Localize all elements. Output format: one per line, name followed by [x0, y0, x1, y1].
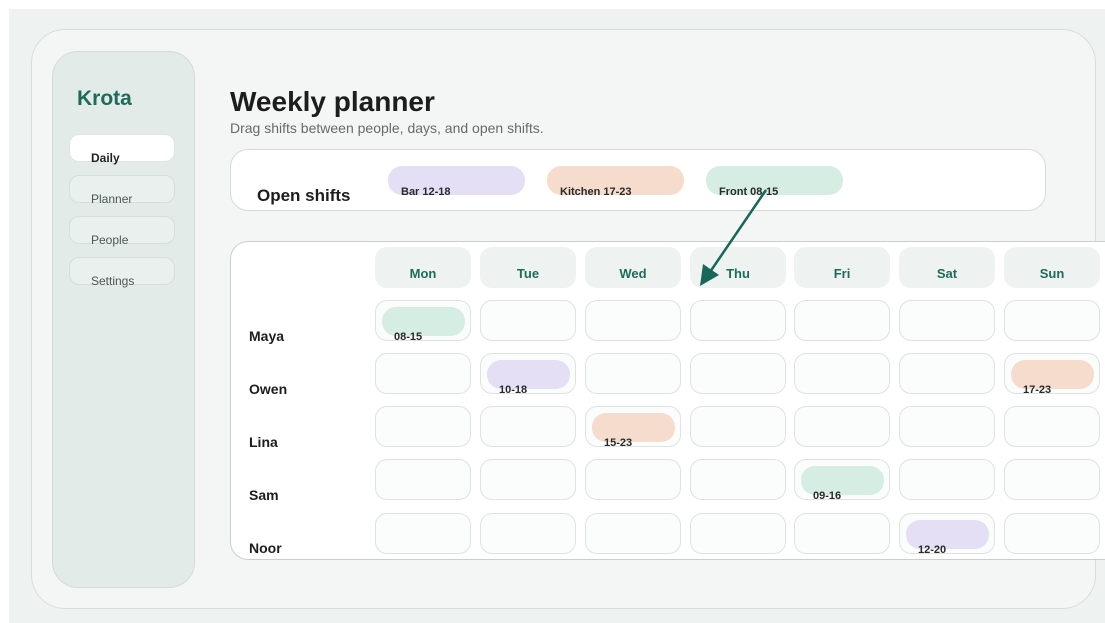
schedule-cell[interactable] — [1004, 406, 1100, 447]
person-name: Lina — [249, 434, 278, 450]
sidebar-item-label: Daily — [91, 151, 120, 165]
schedule-cell[interactable] — [480, 513, 576, 554]
sidebar-item-label: Planner — [91, 192, 133, 206]
open-shift-chip[interactable]: Bar 12-18 — [388, 166, 525, 198]
schedule-cell[interactable] — [899, 459, 995, 500]
schedule-cell[interactable] — [1004, 513, 1100, 554]
schedule-cell[interactable] — [690, 459, 786, 500]
shift-pill[interactable]: 09-16 — [801, 466, 884, 502]
schedule-cell[interactable] — [1004, 459, 1100, 500]
day-header-sat: Sat — [899, 247, 995, 288]
schedule-cell[interactable] — [794, 513, 890, 554]
shift-pill[interactable]: 08-15 — [382, 307, 465, 343]
schedule-cell[interactable] — [690, 406, 786, 447]
schedule-cell[interactable] — [585, 459, 681, 500]
schedule-cell[interactable] — [375, 513, 471, 554]
schedule-cell[interactable] — [375, 406, 471, 447]
shift-pill-label: 09-16 — [813, 490, 842, 502]
open-shift-chip-label: Kitchen 17-23 — [560, 186, 632, 198]
schedule-cell[interactable] — [480, 406, 576, 447]
page-title: Weekly planner — [230, 86, 435, 117]
schedule-cell[interactable] — [375, 353, 471, 394]
shift-pill-label: 08-15 — [394, 331, 423, 343]
schedule-cell[interactable] — [794, 406, 890, 447]
sidebar-item-planner[interactable]: Planner — [69, 175, 175, 206]
day-header-wed: Wed — [585, 247, 681, 288]
open-shifts-label: Open shifts — [257, 186, 351, 205]
shift-pill[interactable]: 12-20 — [906, 520, 989, 556]
open-shift-chip-label: Bar 12-18 — [401, 186, 451, 198]
schedule-cell[interactable] — [585, 513, 681, 554]
shift-pill-label: 15-23 — [604, 437, 633, 449]
shift-pill-label: 10-18 — [499, 384, 528, 396]
shift-pill[interactable]: 10-18 — [487, 360, 570, 396]
sidebar-item-label: People — [91, 233, 129, 247]
schedule-cell[interactable]: 10-18 — [480, 353, 576, 396]
day-header-thu: Thu — [690, 247, 786, 288]
day-header-mon: Mon — [375, 247, 471, 288]
sidebar-item-settings[interactable]: Settings — [69, 257, 175, 288]
person-name: Noor — [249, 540, 282, 556]
open-shift-chip[interactable]: Kitchen 17-23 — [547, 166, 684, 198]
schedule-cell[interactable] — [480, 300, 576, 341]
schedule-cell[interactable]: 17-23 — [1004, 353, 1100, 396]
schedule-cell[interactable] — [690, 300, 786, 341]
schedule-cell[interactable] — [585, 300, 681, 341]
day-header-tue: Tue — [480, 247, 576, 288]
sidebar-item-daily[interactable]: Daily — [69, 134, 175, 165]
schedule-cell[interactable] — [480, 459, 576, 500]
shift-pill[interactable]: 15-23 — [592, 413, 675, 449]
shift-pill-label: 12-20 — [918, 544, 947, 556]
sidebar-item-people[interactable]: People — [69, 216, 175, 247]
sidebar — [52, 51, 195, 588]
day-header-fri: Fri — [794, 247, 890, 288]
person-name: Owen — [249, 381, 288, 397]
schedule-cell[interactable] — [899, 406, 995, 447]
page-subtitle: Drag shifts between people, days, and op… — [230, 120, 544, 136]
schedule-cell[interactable]: 12-20 — [899, 513, 995, 556]
shift-pill-label: 17-23 — [1023, 384, 1052, 396]
day-header-sun: Sun — [1004, 247, 1100, 288]
schedule-cell[interactable] — [794, 353, 890, 394]
schedule-cell[interactable] — [690, 353, 786, 394]
person-name: Sam — [249, 487, 279, 503]
schedule-cell[interactable] — [585, 353, 681, 394]
schedule-cell[interactable]: 08-15 — [375, 300, 471, 343]
schedule-cell[interactable] — [899, 300, 995, 341]
shift-pill[interactable]: 17-23 — [1011, 360, 1094, 396]
open-shift-chip[interactable]: Front 08-15 — [706, 166, 843, 198]
schedule-cell[interactable] — [1004, 300, 1100, 341]
sidebar-item-label: Settings — [91, 274, 135, 288]
person-name: Maya — [249, 328, 285, 344]
schedule-cell[interactable]: 09-16 — [794, 459, 890, 502]
open-shift-chip-label: Front 08-15 — [719, 186, 779, 198]
schedule-cell[interactable] — [375, 459, 471, 500]
brand-logo: Krota — [77, 87, 132, 110]
schedule-cell[interactable] — [794, 300, 890, 341]
schedule-cell[interactable] — [690, 513, 786, 554]
schedule-cell[interactable] — [899, 353, 995, 394]
schedule-cell[interactable]: 15-23 — [585, 406, 681, 449]
